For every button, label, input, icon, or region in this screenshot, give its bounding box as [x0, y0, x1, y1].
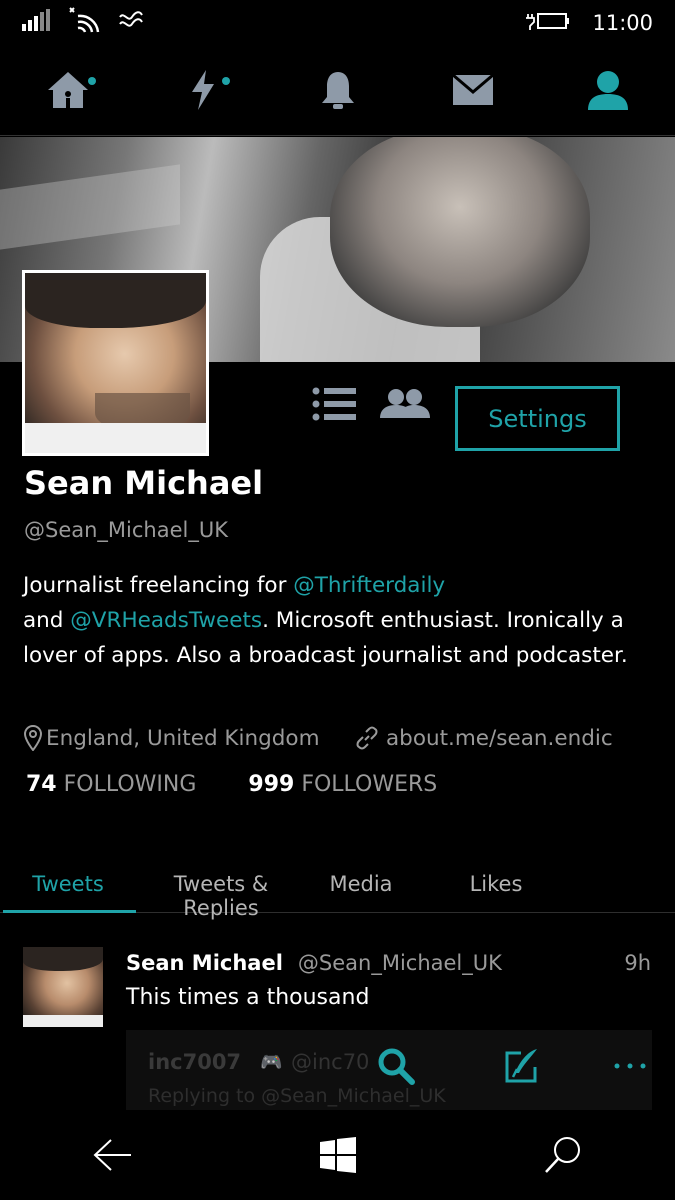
link-icon	[356, 726, 378, 750]
lists-button[interactable]	[312, 386, 356, 426]
profile-actions	[312, 386, 430, 426]
more-icon	[614, 1063, 646, 1069]
following-label: FOLLOWING	[63, 772, 197, 797]
lightning-icon	[190, 69, 216, 114]
bio-text: and	[23, 608, 71, 633]
status-bar: 11:00	[0, 0, 675, 48]
list-icon	[312, 387, 356, 421]
search-fab[interactable]	[374, 1044, 418, 1088]
search-icon	[544, 1137, 580, 1173]
nav-notifications-button[interactable]	[303, 57, 373, 127]
profile-counts: 74 FOLLOWING 999 FOLLOWERS	[26, 772, 437, 797]
profile-name: Sean Michael	[24, 464, 264, 502]
followers-count[interactable]: 999 FOLLOWERS	[248, 772, 437, 797]
tweet-header: Sean Michael @Sean_Michael_UK 9h	[126, 951, 651, 975]
back-arrow-icon	[93, 1139, 131, 1171]
profile-meta: England, United Kingdom about.me/sean.en…	[24, 725, 624, 751]
system-navigation-bar	[0, 1110, 675, 1200]
data-icon	[118, 9, 144, 35]
bio-mention-link[interactable]: @Thrifterdaily	[293, 573, 445, 598]
settings-button[interactable]: Settings	[455, 386, 620, 451]
tweet-author-handle: @Sean_Michael_UK	[297, 951, 502, 975]
followers-number: 999	[248, 772, 295, 797]
clock-time: 11:00	[592, 11, 653, 35]
nav-home-button[interactable]	[33, 57, 103, 127]
search-icon	[378, 1048, 415, 1085]
top-navigation	[0, 48, 675, 136]
envelope-icon	[451, 73, 494, 110]
moments-notification-dot	[221, 76, 230, 85]
wifi-icon	[68, 6, 100, 38]
following-number: 74	[26, 772, 57, 797]
tab-likes[interactable]: Likes	[416, 864, 576, 912]
location-pin-icon	[24, 725, 42, 751]
tweet-timestamp: 9h	[624, 951, 651, 975]
home-notification-dot	[87, 76, 96, 85]
compose-icon	[505, 1049, 537, 1083]
nav-moments-button[interactable]	[168, 57, 238, 127]
followers-label: FOLLOWERS	[301, 772, 438, 797]
battery-icon	[526, 10, 570, 36]
home-icon	[46, 70, 90, 114]
profile-handle: @Sean_Michael_UK	[24, 518, 229, 542]
profile-avatar[interactable]	[22, 270, 209, 456]
compose-fab[interactable]	[500, 1044, 544, 1088]
profile-location: England, United Kingdom	[24, 725, 354, 751]
back-button[interactable]	[68, 1120, 158, 1190]
more-fab[interactable]	[608, 1044, 652, 1088]
profile-url[interactable]: about.me/sean.endic	[354, 725, 624, 751]
bell-icon	[320, 70, 356, 114]
start-button[interactable]	[293, 1120, 383, 1190]
bio-text: Journalist freelancing for	[23, 573, 294, 598]
people-button[interactable]	[380, 388, 430, 424]
tweet-avatar[interactable]	[23, 947, 103, 1027]
url-text[interactable]: about.me/sean.endic	[386, 726, 613, 751]
tab-media[interactable]: Media	[306, 864, 416, 912]
following-count[interactable]: 74 FOLLOWING	[26, 772, 196, 797]
tab-tweets-replies[interactable]: Tweets & Replies	[136, 864, 306, 920]
floating-actions	[126, 1030, 652, 1100]
tab-tweets[interactable]: Tweets	[0, 864, 136, 913]
signal-icon	[22, 9, 50, 35]
system-search-button[interactable]	[518, 1120, 608, 1190]
nav-messages-button[interactable]	[438, 57, 508, 127]
profile-tabs: Tweets Tweets & Replies Media Likes	[0, 864, 675, 920]
bio-mention-link[interactable]: @VRHeadsTweets	[70, 608, 262, 633]
profile-icon	[586, 70, 630, 114]
location-text: England, United Kingdom	[46, 725, 320, 751]
windows-logo-icon	[319, 1137, 356, 1173]
people-icon	[380, 389, 430, 418]
tweet-author-name[interactable]: Sean Michael	[126, 951, 283, 975]
tweet-text: This times a thousand	[126, 985, 370, 1010]
nav-profile-button[interactable]	[573, 57, 643, 127]
profile-bio: Journalist freelancing for @Thrifterdail…	[23, 568, 643, 673]
